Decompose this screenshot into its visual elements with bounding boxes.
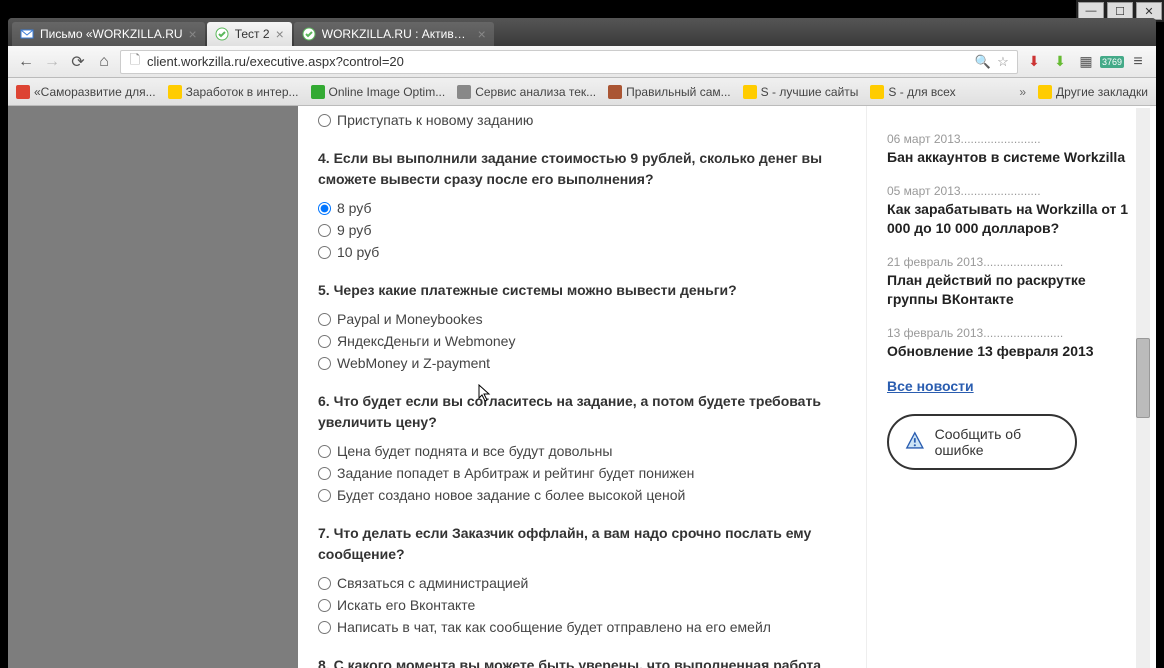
option-label: ЯндексДеньги и Webmoney bbox=[337, 333, 515, 349]
bookmark-folder[interactable]: S - для всех bbox=[870, 85, 955, 99]
news-item[interactable]: 13 февраль 2013........................ О… bbox=[887, 326, 1136, 362]
tab-test[interactable]: Тест 2 × bbox=[207, 22, 292, 46]
mail-icon bbox=[20, 27, 34, 41]
news-title: Бан аккаунтов в системе Workzilla bbox=[887, 148, 1136, 168]
question-text: 6. Что будет если вы согласитесь на зада… bbox=[318, 391, 846, 433]
news-title: Обновление 13 февраля 2013 bbox=[887, 342, 1136, 362]
option-label: Будет создано новое задание с более высо… bbox=[337, 487, 685, 503]
extension-icon[interactable]: ⬇ bbox=[1050, 52, 1070, 72]
report-error-button[interactable]: Сообщить об ошибке bbox=[887, 414, 1077, 470]
bookmark-item[interactable]: Правильный сам... bbox=[608, 85, 731, 99]
news-date: 13 февраль 2013........................ bbox=[887, 326, 1136, 340]
extension-icon[interactable]: ▦ bbox=[1076, 52, 1096, 72]
option-label: Цена будет поднята и все будут довольны bbox=[337, 443, 612, 459]
radio-option[interactable] bbox=[318, 621, 331, 634]
option-label: Paypal и Moneybookes bbox=[337, 311, 483, 327]
check-icon bbox=[302, 27, 316, 41]
question-text: 7. Что делать если Заказчик оффлайн, а в… bbox=[318, 523, 846, 565]
navigation-bar: ← → ⟳ ⌂ 🗋 client.workzilla.ru/executive.… bbox=[8, 46, 1156, 78]
tab-label: WORKZILLA.RU : Активаци bbox=[322, 27, 472, 41]
reload-button[interactable]: ⟳ bbox=[68, 52, 88, 72]
bookmark-item[interactable]: Заработок в интер... bbox=[168, 85, 299, 99]
question-block: 7. Что делать если Заказчик оффлайн, а в… bbox=[318, 523, 846, 635]
radio-option[interactable] bbox=[318, 224, 331, 237]
radio-option[interactable] bbox=[318, 114, 331, 127]
radio-option[interactable] bbox=[318, 599, 331, 612]
bookmark-item[interactable]: «Саморазвитие для... bbox=[16, 85, 156, 99]
all-news-link[interactable]: Все новости bbox=[887, 378, 1136, 394]
option-label: WebMoney и Z-payment bbox=[337, 355, 490, 371]
bookmark-item[interactable]: Сервис анализа тек... bbox=[457, 85, 596, 99]
news-date: 06 март 2013........................ bbox=[887, 132, 1136, 146]
news-item[interactable]: 06 март 2013........................ Бан … bbox=[887, 132, 1136, 168]
question-block: 8. С какого момента вы можете быть увере… bbox=[318, 655, 846, 668]
star-icon[interactable]: ☆ bbox=[995, 54, 1011, 70]
radio-option[interactable] bbox=[318, 445, 331, 458]
main-content: Приступать к новому заданию 4. Если вы в… bbox=[298, 106, 866, 668]
tab-bar: Письмо «WORKZILLA.RU × Тест 2 × WORKZILL… bbox=[8, 18, 1156, 46]
radio-option[interactable] bbox=[318, 335, 331, 348]
address-bar[interactable]: 🗋 client.workzilla.ru/executive.aspx?con… bbox=[120, 50, 1018, 74]
option-label: Написать в чат, так как сообщение будет … bbox=[337, 619, 771, 635]
option-label: Приступать к новому заданию bbox=[337, 112, 533, 128]
radio-option[interactable] bbox=[318, 246, 331, 259]
report-label: Сообщить об ошибке bbox=[935, 426, 1059, 458]
option-label: Задание попадет в Арбитраж и рейтинг буд… bbox=[337, 465, 694, 481]
tab-label: Письмо «WORKZILLA.RU bbox=[40, 27, 183, 41]
page-content: Приступать к новому заданию 4. Если вы в… bbox=[8, 106, 1156, 668]
option-label: 10 руб bbox=[337, 244, 379, 260]
option-label: Связаться с администрацией bbox=[337, 575, 528, 591]
question-block: 4. Если вы выполнили задание стоимостью … bbox=[318, 148, 846, 260]
home-button[interactable]: ⌂ bbox=[94, 52, 114, 72]
extension-badge[interactable]: 3769 bbox=[1102, 52, 1122, 72]
bookmark-folder[interactable]: S - лучшие сайты bbox=[743, 85, 859, 99]
question-text: 8. С какого момента вы можете быть увере… bbox=[318, 655, 846, 668]
radio-option[interactable] bbox=[318, 467, 331, 480]
forward-button[interactable]: → bbox=[42, 52, 62, 72]
bookmark-item[interactable]: Online Image Optim... bbox=[311, 85, 446, 99]
menu-button[interactable]: ≡ bbox=[1128, 52, 1148, 72]
news-item[interactable]: 05 март 2013........................ Как … bbox=[887, 184, 1136, 239]
left-sidebar bbox=[8, 106, 298, 668]
option-label: 9 руб bbox=[337, 222, 371, 238]
tab-activation[interactable]: WORKZILLA.RU : Активаци × bbox=[294, 22, 494, 46]
news-title: План действий по раскрутке группы ВКонта… bbox=[887, 271, 1136, 310]
question-block: 5. Через какие платежные системы можно в… bbox=[318, 280, 846, 371]
question-block: 6. Что будет если вы согласитесь на зада… bbox=[318, 391, 846, 503]
question-text: 5. Через какие платежные системы можно в… bbox=[318, 280, 846, 301]
option-label: Искать его Вконтакте bbox=[337, 597, 475, 613]
tab-label: Тест 2 bbox=[235, 27, 270, 41]
browser-window: Письмо «WORKZILLA.RU × Тест 2 × WORKZILL… bbox=[8, 18, 1156, 668]
bookmarks-chevron[interactable]: » bbox=[1019, 85, 1026, 99]
radio-option[interactable] bbox=[318, 357, 331, 370]
page-icon: 🗋 bbox=[127, 54, 143, 70]
url-text: client.workzilla.ru/executive.aspx?contr… bbox=[147, 54, 971, 69]
radio-option[interactable] bbox=[318, 577, 331, 590]
close-icon[interactable]: × bbox=[478, 26, 486, 42]
bookmarks-bar: «Саморазвитие для... Заработок в интер..… bbox=[8, 78, 1156, 106]
other-bookmarks[interactable]: Другие закладки bbox=[1038, 85, 1148, 99]
scrollbar-track[interactable] bbox=[1136, 108, 1150, 668]
close-icon[interactable]: × bbox=[189, 26, 197, 42]
radio-option[interactable] bbox=[318, 202, 331, 215]
extension-icon[interactable]: ⬇ bbox=[1024, 52, 1044, 72]
scrollbar-thumb[interactable] bbox=[1136, 338, 1150, 418]
news-date: 05 март 2013........................ bbox=[887, 184, 1136, 198]
radio-option[interactable] bbox=[318, 489, 331, 502]
warning-icon bbox=[905, 431, 925, 453]
close-icon[interactable]: × bbox=[276, 26, 284, 42]
radio-option[interactable] bbox=[318, 313, 331, 326]
option-label: 8 руб bbox=[337, 200, 371, 216]
back-button[interactable]: ← bbox=[16, 52, 36, 72]
right-sidebar: 06 март 2013........................ Бан … bbox=[866, 106, 1156, 668]
search-icon[interactable]: 🔍 bbox=[975, 54, 991, 70]
question-text: 4. Если вы выполнили задание стоимостью … bbox=[318, 148, 846, 190]
news-item[interactable]: 21 февраль 2013........................ П… bbox=[887, 255, 1136, 310]
news-date: 21 февраль 2013........................ bbox=[887, 255, 1136, 269]
news-title: Как зарабатывать на Workzilla от 1 000 д… bbox=[887, 200, 1136, 239]
check-icon bbox=[215, 27, 229, 41]
tab-mail[interactable]: Письмо «WORKZILLA.RU × bbox=[12, 22, 205, 46]
